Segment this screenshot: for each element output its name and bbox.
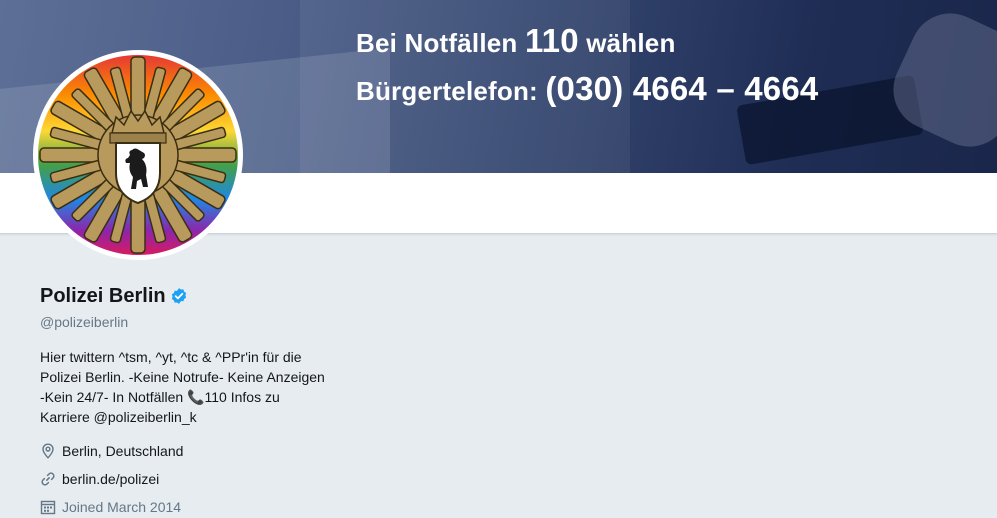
location-pin-icon [40, 443, 56, 459]
banner-hotline-text: Bürgertelefon: (030) 4664 – 4664 [356, 70, 819, 107]
website-link[interactable]: berlin.de/polizei [62, 471, 159, 487]
joined-row: Joined March 2014 [40, 497, 340, 517]
name-row: Polizei Berlin [40, 282, 340, 310]
verified-badge-icon [170, 287, 188, 305]
link-icon [40, 471, 56, 487]
police-star-logo [38, 55, 238, 255]
profile-avatar[interactable] [33, 50, 243, 260]
bio-line: Karriere @polizeiberlin_k [40, 409, 197, 425]
location-text: Berlin, Deutschland [62, 443, 184, 459]
bio-line: Hier twittern ^tsm, ^yt, ^tc & ^PPr'in f… [40, 349, 302, 365]
calendar-icon [40, 499, 56, 515]
bio-line: Polizei Berlin. -Keine Notrufe- Keine An… [40, 369, 325, 385]
banner-emergency-text: Bei Notfällen 110 wählen [356, 22, 676, 59]
bio-line: -Kein 24/7- In Notfällen 📞110 Infos zu [40, 389, 280, 405]
profile-handle[interactable]: @polizeiberlin [40, 312, 340, 332]
joined-date: Joined March 2014 [62, 499, 182, 515]
profile-bio: Hier twittern ^tsm, ^yt, ^tc & ^PPr'in f… [40, 347, 330, 427]
location-row: Berlin, Deutschland [40, 441, 340, 461]
website-row: berlin.de/polizei [40, 469, 340, 489]
display-name[interactable]: Polizei Berlin [40, 282, 166, 310]
profile-info: Polizei Berlin @polizeiberlin Hier twitt… [40, 282, 340, 517]
